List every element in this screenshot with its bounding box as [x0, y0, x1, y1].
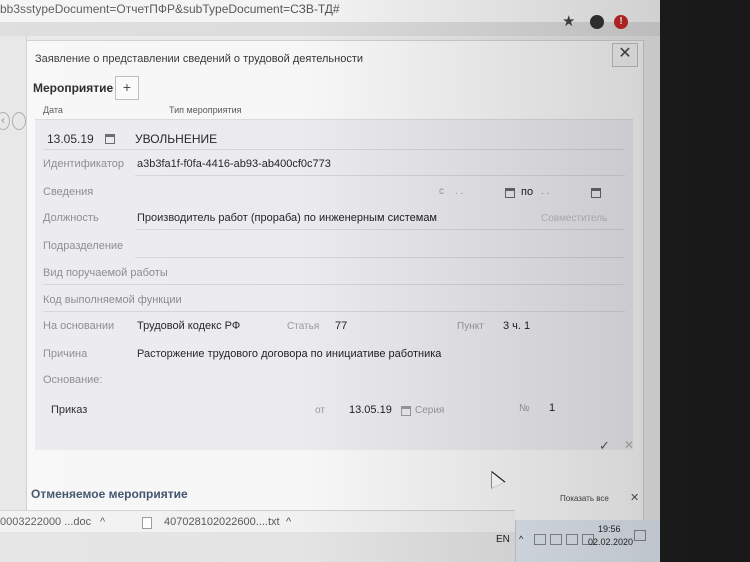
row-reason: Причина Расторжение трудового договора п…: [35, 342, 633, 368]
column-header-date: Дата: [43, 105, 63, 115]
row-divider: [43, 284, 625, 285]
doc-number-label: №: [519, 403, 530, 414]
url-text[interactable]: bb3sstypeDocument=ОтчетПФР&subTypeDocume…: [0, 2, 340, 16]
position-label: Должность: [43, 212, 99, 224]
document-dialog: Заявление о представлении сведений о тру…: [26, 40, 644, 530]
clock-time[interactable]: 19:56: [598, 524, 621, 534]
row-divider: [43, 149, 625, 150]
tray-icon[interactable]: [566, 534, 578, 545]
profile-icon[interactable]: [590, 15, 604, 29]
page-bottom: [0, 532, 515, 562]
download-item-doc[interactable]: 0003222000 ...doc: [0, 516, 91, 528]
row-function-code: Код выполняемой функции: [35, 288, 633, 314]
doc-date-input[interactable]: 13.05.19: [349, 404, 392, 416]
to-label: по: [521, 186, 534, 198]
document-name[interactable]: Приказ: [51, 404, 87, 416]
calendar-icon[interactable]: [105, 134, 115, 144]
download-item-txt[interactable]: 407028102022600....txt: [164, 516, 280, 528]
monitor-bezel: [660, 0, 750, 562]
cancel-x-icon[interactable]: ✕: [624, 438, 634, 452]
row-work-type: Вид поручаемой работы: [35, 261, 633, 287]
show-all-link[interactable]: Показать все: [560, 494, 609, 503]
close-downloads-icon[interactable]: ✕: [630, 491, 639, 504]
row-basis: На основании Трудовой кодекс РФ Статья 7…: [35, 314, 633, 340]
doc-calendar-icon[interactable]: [401, 406, 411, 416]
article-input[interactable]: 77: [335, 320, 347, 332]
article-label: Статья: [287, 321, 320, 332]
column-header-event-type: Тип мероприятия: [169, 105, 242, 115]
identifier-label: Идентификатор: [43, 158, 124, 170]
language-indicator[interactable]: EN: [496, 534, 510, 545]
event-type[interactable]: УВОЛЬНЕНИЕ: [135, 132, 217, 146]
back-nav-icon[interactable]: ‹: [0, 112, 10, 130]
address-bar[interactable]: bb3sstypeDocument=ОтчетПФР&subTypeDocume…: [0, 0, 660, 23]
from-calendar-icon[interactable]: [505, 188, 515, 198]
department-label: Подразделение: [43, 240, 124, 252]
row-date-type: 13.05.19 УВОЛЬНЕНИЕ: [35, 126, 633, 152]
clock-date[interactable]: 02.02.2020: [588, 537, 633, 547]
browser-toolbar-strip: [0, 22, 660, 36]
bookmark-star-icon[interactable]: ★: [562, 12, 575, 32]
section-title-event: Мероприятие: [33, 81, 114, 95]
cancelled-event-title: Отменяемое мероприятие: [31, 487, 188, 501]
info-label: Сведения: [43, 186, 94, 198]
basis-input[interactable]: Трудовой кодекс РФ: [137, 320, 240, 332]
position-input[interactable]: Производитель работ (прораба) по инженер…: [137, 212, 437, 224]
row-document: Приказ от 13.05.19 Серия № 1: [35, 398, 633, 424]
notifications-icon[interactable]: [634, 530, 646, 541]
confirm-check-icon[interactable]: ✓: [599, 438, 610, 454]
doc-from-label: от: [315, 405, 325, 416]
add-event-button[interactable]: +: [115, 76, 139, 100]
doc-series-label: Серия: [415, 405, 445, 416]
dialog-title: Заявление о представлении сведений о тру…: [35, 53, 364, 65]
grounds-label: Основание:: [43, 374, 103, 386]
download-chevron-icon[interactable]: ^: [286, 516, 291, 528]
row-divider: [135, 175, 625, 176]
event-date[interactable]: 13.05.19: [47, 132, 94, 146]
row-divider: [135, 229, 625, 230]
basis-label: На основании: [43, 320, 115, 332]
from-label: с: [439, 186, 444, 197]
point-label: Пункт: [457, 321, 484, 332]
row-info: Сведения с . . по . .: [35, 180, 633, 206]
point-input[interactable]: 3 ч. 1: [503, 320, 530, 332]
doc-number-input[interactable]: 1: [549, 402, 555, 414]
row-divider: [135, 257, 625, 258]
function-code-label: Код выполняемой функции: [43, 294, 182, 306]
to-date-input[interactable]: . .: [541, 186, 549, 197]
forward-nav-icon[interactable]: [12, 112, 26, 130]
download-chevron-icon[interactable]: ^: [100, 516, 105, 528]
tray-expand-icon[interactable]: ^: [519, 534, 523, 544]
row-department: Подразделение: [35, 234, 633, 260]
screen: bb3sstypeDocument=ОтчетПФР&subTypeDocume…: [0, 0, 750, 562]
work-type-label: Вид поручаемой работы: [43, 267, 168, 279]
tray-icon[interactable]: [550, 534, 562, 545]
row-grounds: Основание:: [35, 368, 633, 394]
identifier-input[interactable]: a3b3fa1f-f0fa-4416-ab93-ab400cf0c773: [137, 158, 331, 170]
background-page: ‹: [0, 36, 27, 526]
reason-label: Причина: [43, 348, 88, 360]
from-date-input[interactable]: . .: [455, 186, 463, 197]
event-form: 13.05.19 УВОЛЬНЕНИЕ Идентификатор a3b3fa…: [35, 119, 633, 450]
part-time-checkbox-label[interactable]: Совместитель: [541, 213, 607, 224]
row-position: Должность Производитель работ (прораба) …: [35, 206, 633, 232]
reason-input[interactable]: Расторжение трудового договора по инициа…: [137, 348, 441, 360]
close-dialog-button[interactable]: ✕: [612, 43, 638, 67]
file-icon: [142, 517, 152, 529]
update-alert-icon[interactable]: !: [614, 15, 628, 29]
to-calendar-icon[interactable]: [591, 188, 601, 198]
downloads-bar: 0003222000 ...doc ^ 407028102022600....t…: [0, 510, 515, 533]
tray-icon[interactable]: [534, 534, 546, 545]
row-divider: [43, 311, 625, 312]
row-identifier: Идентификатор a3b3fa1f-f0fa-4416-ab93-ab…: [35, 152, 633, 178]
